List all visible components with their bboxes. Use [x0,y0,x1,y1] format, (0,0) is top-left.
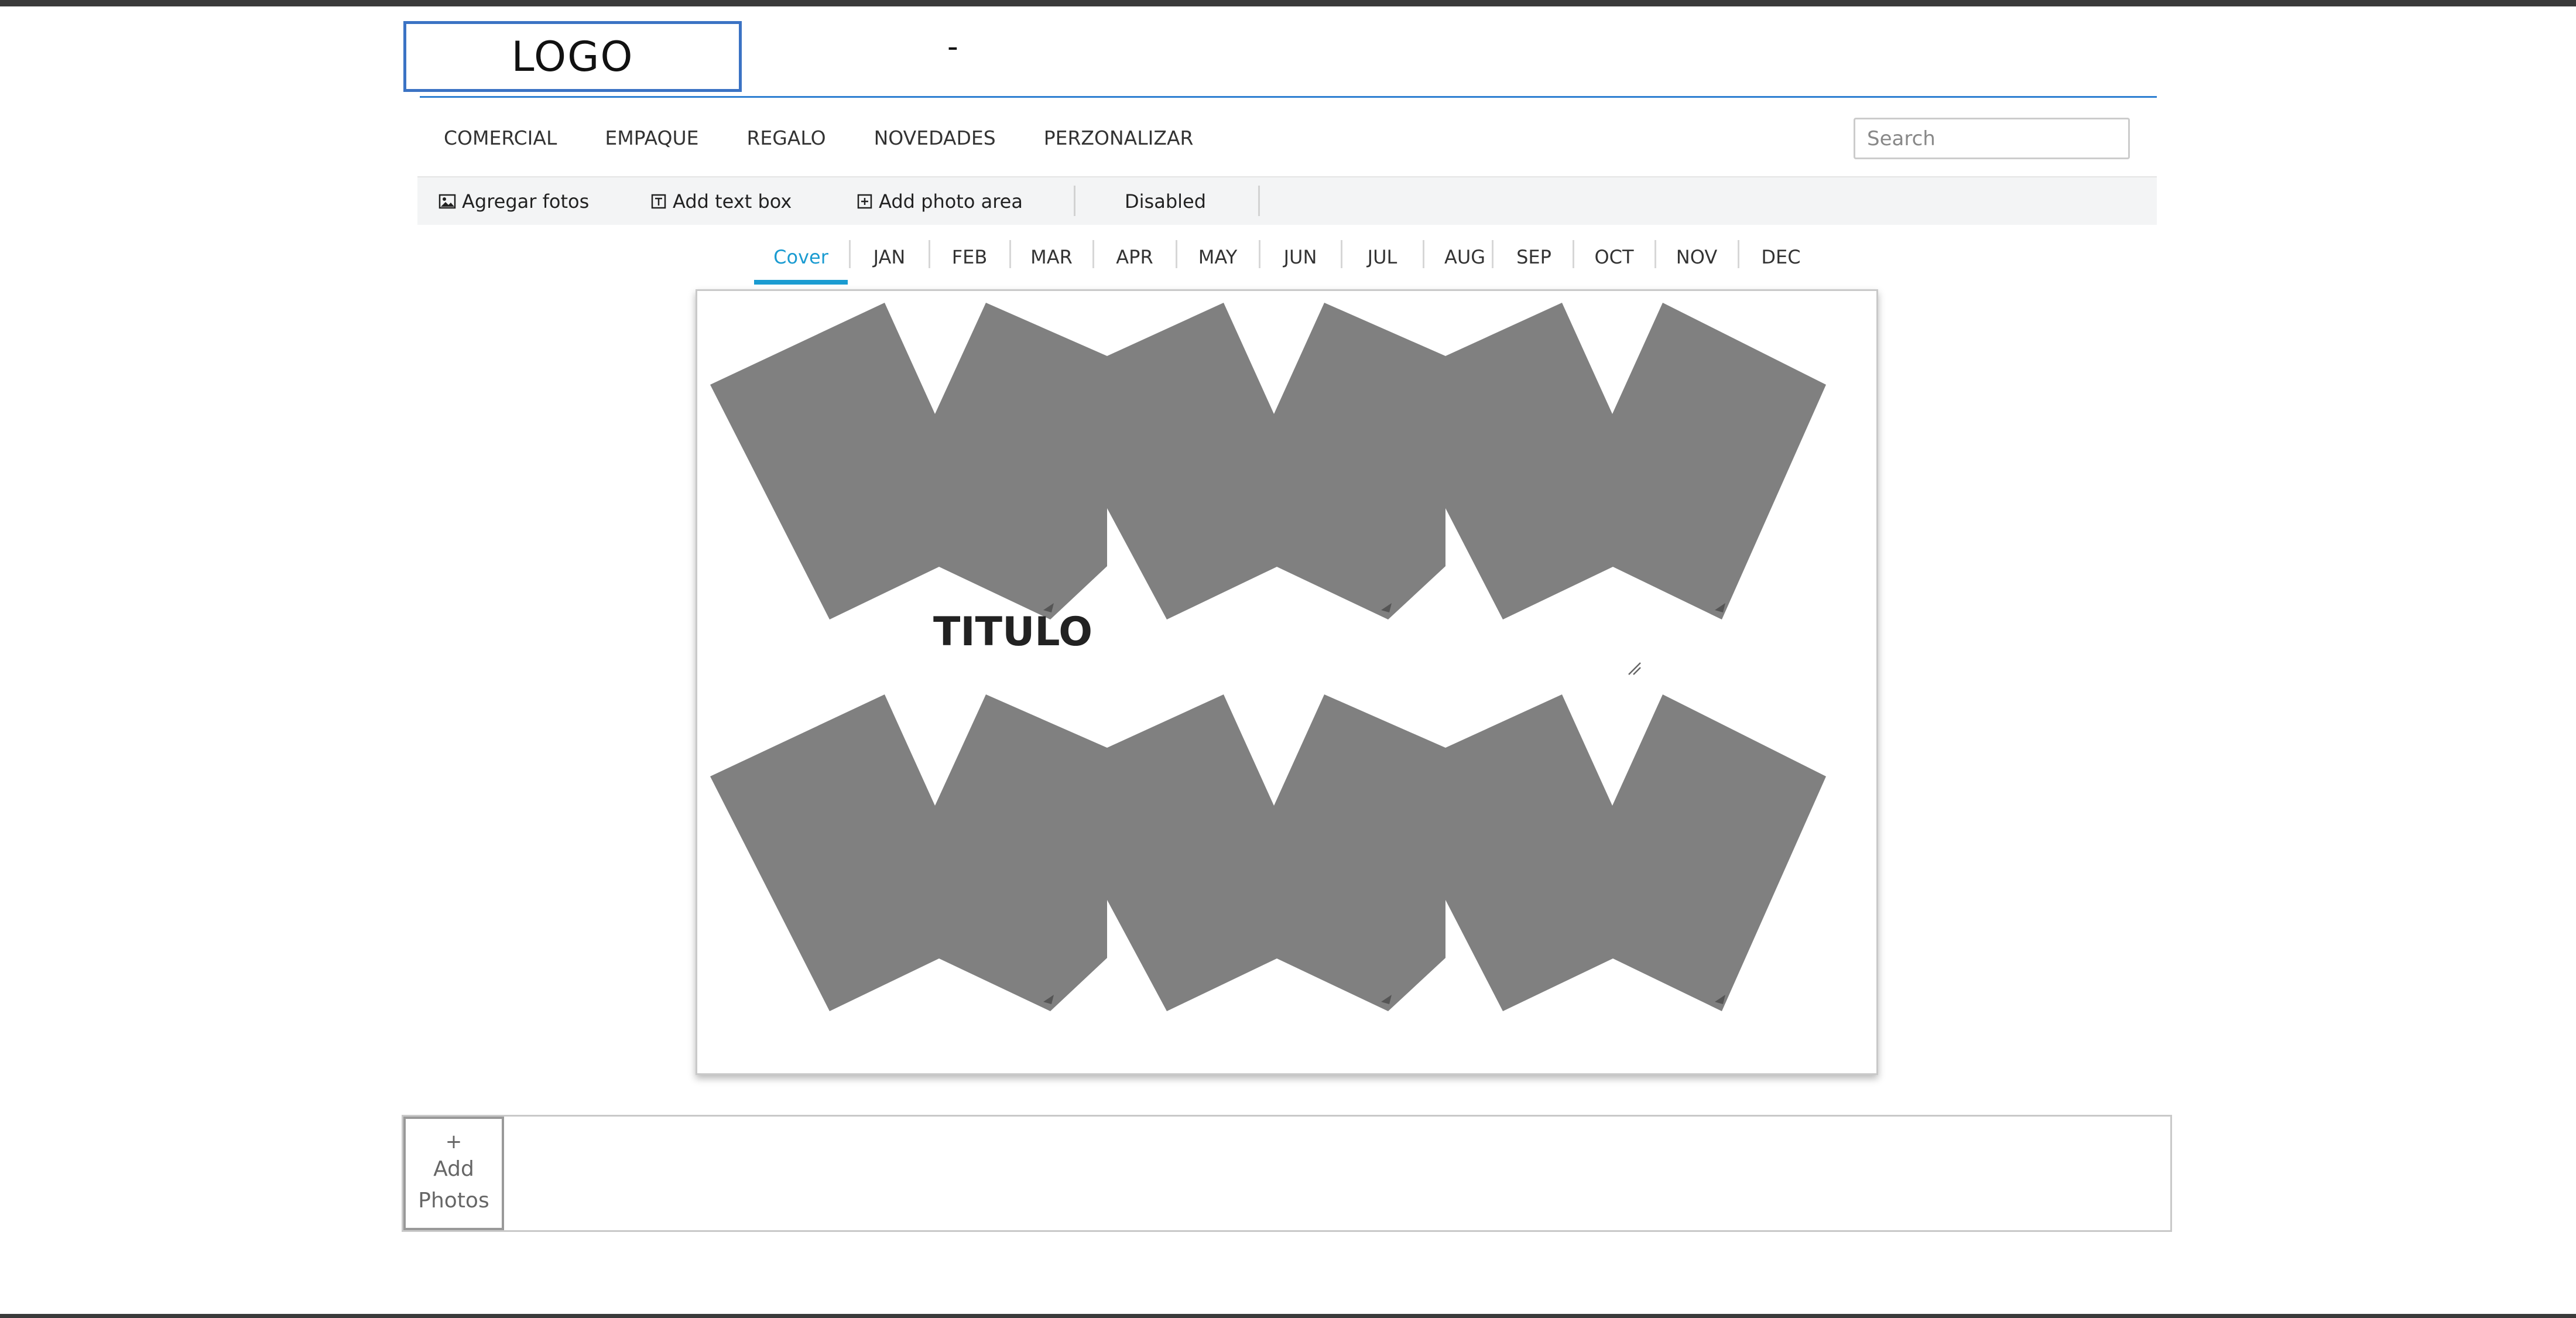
toolbar-status-label: Disabled [1125,190,1207,213]
main-nav: COMERCIAL EMPAQUE REGALO NOVEDADES PERZO… [444,120,1241,155]
tab-dec[interactable]: DEC [1740,234,1822,280]
add-text-box-button[interactable]: Add text box [650,177,792,225]
tab-divider [1738,240,1739,268]
toolbar-divider [1258,186,1260,216]
photo-placeholder-area[interactable] [1445,694,1826,1011]
add-photos-tool-label: Agregar fotos [462,190,590,213]
search-input[interactable] [1854,118,2130,159]
text-resize-handle-icon[interactable] [1626,660,1642,676]
add-photos-label: Add [433,1157,474,1181]
tab-divider [1492,240,1493,268]
tab-divider [1009,240,1011,268]
tab-divider [1423,240,1424,268]
logo[interactable]: LOGO [403,21,742,92]
photo-tray: + Add Photos [402,1115,2172,1232]
toolbar-status: Disabled [1125,177,1206,225]
text-box-icon [651,194,666,208]
photo-placeholder-area[interactable] [710,303,1107,619]
image-icon [439,194,456,208]
tab-jun[interactable]: JUN [1261,234,1340,280]
nav-item-regalo[interactable]: REGALO [746,126,825,149]
add-area-icon [857,194,872,208]
calendar-page-canvas[interactable] [696,289,1878,1075]
nav-item-comercial[interactable]: COMERCIAL [444,126,557,149]
add-photo-area-button[interactable]: Add photo area [857,177,1023,225]
nav-item-novedades[interactable]: NOVEDADES [874,126,996,149]
photo-layout [710,303,1826,1011]
photo-placeholder-area[interactable] [1107,303,1445,619]
add-photo-area-label: Add photo area [879,190,1023,213]
tab-divider [1341,240,1342,268]
plus-icon: + [445,1130,463,1153]
tab-sep[interactable]: SEP [1494,234,1574,280]
photo-placeholder-area[interactable] [1107,694,1445,1011]
tab-apr[interactable]: APR [1095,234,1174,280]
photo-placeholder-area[interactable] [1445,303,1826,619]
tab-jan[interactable]: JAN [851,234,927,280]
tab-nov[interactable]: NOV [1657,234,1736,280]
photo-placeholder-area[interactable] [710,694,1107,1011]
nav-item-empaque[interactable]: EMPAQUE [605,126,698,149]
toolbar-divider [1074,186,1075,216]
add-photos-button[interactable]: + Add Photos [403,1117,504,1230]
tab-jul[interactable]: JUL [1343,234,1421,280]
add-photos-tool-button[interactable]: Agregar fotos [439,177,589,225]
tab-divider [1092,240,1094,268]
tab-divider [1654,240,1656,268]
tab-oct[interactable]: OCT [1575,234,1653,280]
cover-title-text[interactable]: TITULO [773,609,1253,655]
window-bottom-bar [0,1314,2576,1318]
tab-feb[interactable]: FEB [931,234,1008,280]
tab-mar[interactable]: MAR [1012,234,1091,280]
window-top-bar [0,0,2576,6]
tab-divider [1176,240,1177,268]
nav-item-perzonalizar[interactable]: PERZONALIZAR [1044,126,1194,149]
tab-divider [1259,240,1260,268]
tab-may[interactable]: MAY [1178,234,1258,280]
header-divider [420,96,2157,98]
tab-divider [929,240,930,268]
tab-divider [1573,240,1574,268]
tab-divider [849,240,851,268]
add-photos-label-line2: Photos [418,1189,489,1213]
tab-cover[interactable]: Cover [754,234,848,285]
editor-toolbar: Agregar fotos Add text box Add photo are… [417,176,2157,225]
header-separator: - [947,29,958,64]
add-text-box-label: Add text box [673,190,792,213]
